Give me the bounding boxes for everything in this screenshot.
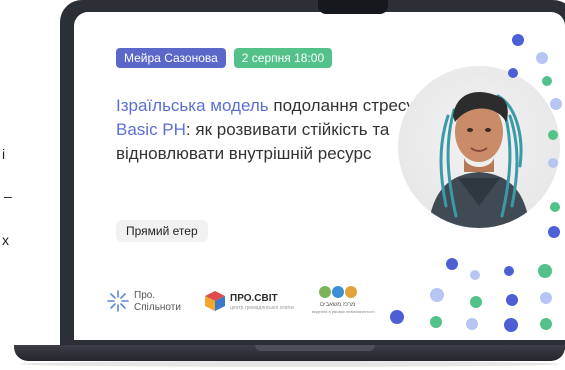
- decor-dot: [540, 292, 552, 304]
- decor-dot: [446, 258, 458, 270]
- camera-notch: [318, 0, 388, 14]
- title-part-3: Basic PH: [116, 120, 186, 139]
- spark-icon: [107, 290, 129, 312]
- live-stream-label: Прямий етер: [116, 220, 208, 242]
- decor-dot: [512, 34, 524, 46]
- decor-dot: [548, 130, 558, 140]
- event-title: Ізраїльська модель подолання стресу Basi…: [116, 94, 416, 166]
- logo-pro-svit-tagline: центр громадянської освіти: [230, 305, 294, 311]
- laptop-base-groove: [255, 345, 375, 351]
- title-part-1: Ізраїльська модель: [116, 96, 269, 115]
- decor-dot: [470, 270, 480, 280]
- decor-dot: [506, 294, 518, 306]
- flower-logo-icon: [319, 286, 357, 298]
- decor-dot: [466, 318, 478, 330]
- logo-resource-line2: ведення в умовах невизначеності: [312, 309, 375, 314]
- decor-dot: [540, 318, 552, 330]
- decor-dot: [430, 316, 442, 328]
- decor-dot: [542, 76, 552, 86]
- partner-logos: Про. Спільноти ПРО.СВІТ центр громадянсь…: [106, 284, 386, 318]
- decor-dot: [550, 98, 562, 110]
- laptop-screen: Мейра Сазонова 2 серпня 18:00 Ізраїльськ…: [74, 12, 565, 340]
- overlay-line-3: х: [2, 232, 9, 248]
- decor-dot: [548, 226, 560, 238]
- decor-dot: [508, 68, 518, 78]
- decor-dot: [504, 318, 518, 332]
- event-badges: Мейра Сазонова 2 серпня 18:00: [116, 48, 333, 68]
- decor-dot: [536, 52, 548, 64]
- logo-pro-svit: ПРО.СВІТ центр громадянської освіти: [204, 284, 304, 318]
- author-badge: Мейра Сазонова: [116, 48, 226, 68]
- left-overlay-text: і – х: [0, 0, 60, 370]
- decor-dot: [470, 296, 482, 308]
- laptop-shadow: [20, 361, 560, 367]
- logo-resource-line1: מרכז משאבים: [320, 302, 356, 308]
- logo-pro-svit-name: ПРО.СВІТ: [230, 293, 278, 304]
- logo-pro-spilnoty-line2: Спільноти: [134, 302, 181, 313]
- decor-dot: [504, 266, 514, 276]
- decor-dot: [550, 202, 560, 212]
- speaker-photo: [398, 66, 560, 228]
- decor-dot: [548, 158, 558, 168]
- overlay-line-2: –: [4, 188, 12, 204]
- decor-dot: [430, 288, 444, 302]
- cube-logo-icon: [205, 291, 225, 311]
- decor-dot: [538, 264, 552, 278]
- title-part-2: подолання стресу: [268, 96, 415, 115]
- date-badge: 2 серпня 18:00: [233, 48, 333, 68]
- speaker-portrait-icon: [428, 92, 530, 228]
- logo-pro-spilnoty: Про. Спільноти: [106, 284, 196, 318]
- overlay-line-1: і: [2, 146, 6, 162]
- logo-resource-center: מרכז משאבים ведення в умовах невизначено…: [312, 284, 386, 318]
- decor-dot: [390, 310, 404, 324]
- logo-pro-spilnoty-line1: Про.: [134, 290, 156, 301]
